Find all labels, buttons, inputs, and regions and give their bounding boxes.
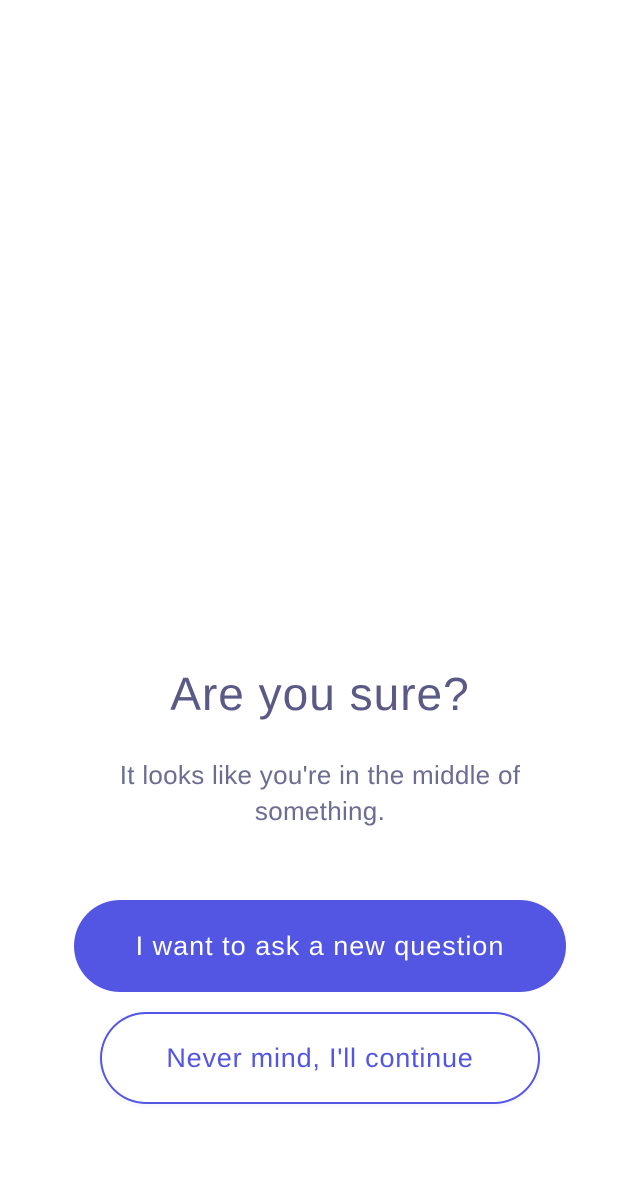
ask-new-question-button[interactable]: I want to ask a new question xyxy=(74,900,566,992)
dialog-message: It looks like you're in the middle of so… xyxy=(119,760,521,826)
continue-button[interactable]: Never mind, I'll continue xyxy=(100,1012,540,1104)
dialog-title: Are you sure? xyxy=(170,668,470,720)
confirm-dialog: Are you sure? It looks like you're in th… xyxy=(0,0,640,1200)
